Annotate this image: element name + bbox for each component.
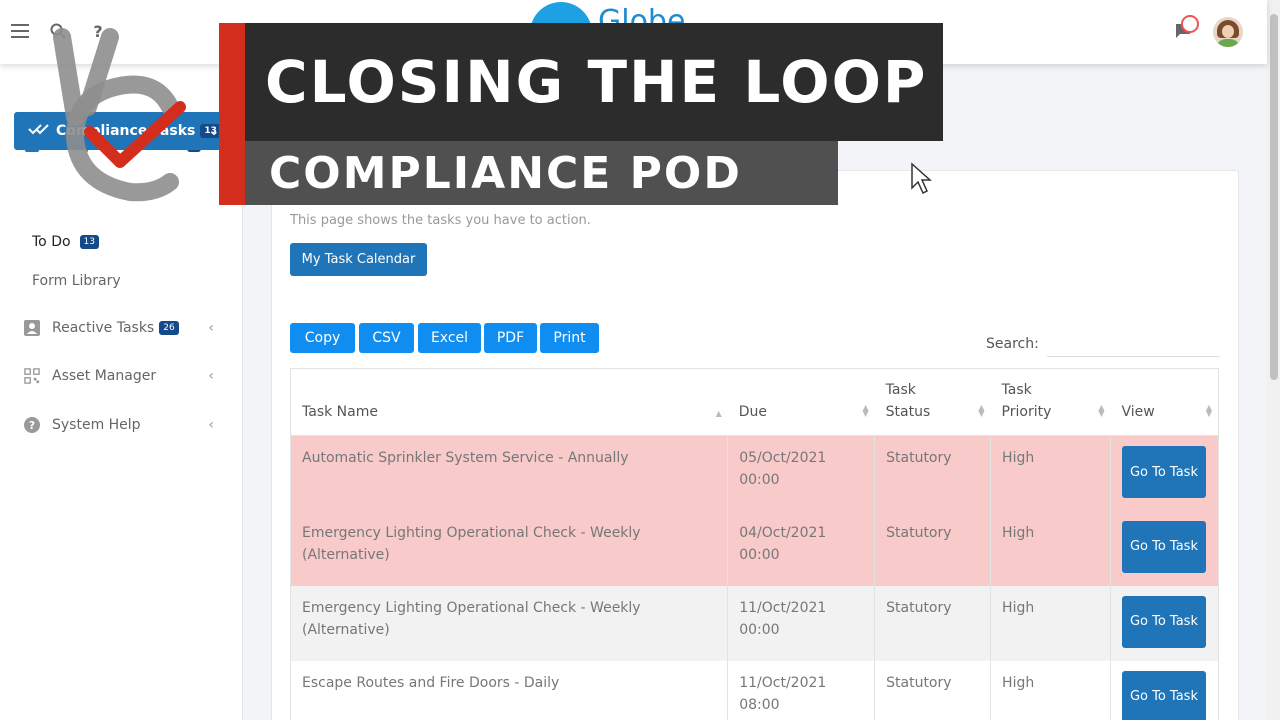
print-button[interactable]: Print xyxy=(540,323,599,353)
overlay-subtitle: COMPLIANCE POD xyxy=(269,147,742,199)
view-cell: Go To Task xyxy=(1110,435,1220,511)
excel-button[interactable]: Excel xyxy=(418,323,481,353)
sidebar-item-label: System Help xyxy=(52,417,141,433)
sidebar-item-system-help[interactable]: ? System Help ‹ xyxy=(24,413,224,437)
page-description: This page shows the tasks you have to ac… xyxy=(290,213,591,228)
overlay-subtitle-banner: COMPLIANCE POD xyxy=(245,141,838,205)
sort-ascending-icon: ▲ xyxy=(715,409,722,418)
sort-icon: ▲ ▼ xyxy=(1098,403,1105,418)
go-to-task-button[interactable]: Go To Task xyxy=(1121,446,1206,498)
chevron-down-icon: ⌄ xyxy=(208,124,219,138)
chevron-left-icon: ‹ xyxy=(208,320,214,336)
column-header-due[interactable]: Due ▲ ▼ xyxy=(727,368,875,436)
tasks-table: Task Name ▲ Due ▲ ▼ Task Status ▲ ▼ Task Prio… xyxy=(289,368,1220,720)
status-cell: Statutory xyxy=(874,435,992,511)
copy-button[interactable]: Copy xyxy=(290,323,355,353)
sort-icon: ▲ ▼ xyxy=(1205,403,1212,418)
due-cell: 11/Oct/2021 08:00 xyxy=(727,660,876,720)
table-row: Automatic Sprinkler System Service - Ann… xyxy=(289,435,1220,511)
sidebar-item-asset-manager[interactable]: Asset Manager ‹ xyxy=(24,364,224,388)
table-row: Emergency Lighting Operational Check - W… xyxy=(289,510,1220,586)
sidebar-item-label: Reactive Tasks xyxy=(52,320,155,336)
chevron-left-icon: ‹ xyxy=(208,417,214,433)
go-to-task-button[interactable]: Go To Task xyxy=(1121,670,1206,720)
avatar[interactable] xyxy=(1213,17,1243,47)
sidebar-item-reactive-tasks[interactable]: Reactive Tasks 26 ‹ xyxy=(24,316,224,340)
table-row: Escape Routes and Fire Doors - Daily 11/… xyxy=(289,660,1220,720)
priority-cell: High xyxy=(990,435,1111,511)
priority-cell: High xyxy=(990,660,1111,720)
view-cell: Go To Task xyxy=(1110,510,1220,586)
mouse-cursor-icon xyxy=(911,162,932,195)
help-circle-icon: ? xyxy=(24,417,40,433)
overlay-title: CLOSING THE LOOP xyxy=(265,48,928,116)
pdf-button[interactable]: PDF xyxy=(484,323,537,353)
sort-icon: ▲ ▼ xyxy=(862,403,869,418)
go-to-task-button[interactable]: Go To Task xyxy=(1121,595,1206,648)
csv-button[interactable]: CSV xyxy=(359,323,414,353)
due-cell: 11/Oct/2021 00:00 xyxy=(727,585,876,661)
sidebar-subitem-to-do[interactable]: To Do 13 xyxy=(32,234,99,250)
view-cell: Go To Task xyxy=(1110,660,1220,720)
view-cell: Go To Task xyxy=(1110,585,1220,661)
qr-code-icon xyxy=(24,368,40,384)
sidebar-subitem-label: To Do xyxy=(32,234,71,250)
person-card-icon xyxy=(24,320,40,336)
svg-text:?: ? xyxy=(29,419,35,432)
column-header-task-priority[interactable]: Task Priority ▲ ▼ xyxy=(990,368,1111,436)
task-name-cell: Emergency Lighting Operational Check - W… xyxy=(289,585,729,661)
chevron-left-icon: ‹ xyxy=(208,368,214,384)
count-badge: 13 xyxy=(79,235,99,249)
column-header-task-name[interactable]: Task Name ▲ xyxy=(289,368,728,436)
overlay-title-banner: CLOSING THE LOOP xyxy=(245,23,943,141)
column-header-view[interactable]: View ▲ ▼ xyxy=(1110,368,1220,436)
due-cell: 04/Oct/2021 00:00 xyxy=(727,510,876,586)
notification-badge xyxy=(1181,15,1199,33)
priority-cell: High xyxy=(990,585,1111,661)
sidebar-subitem-label: Form Library xyxy=(32,273,121,289)
scrollbar-thumb[interactable] xyxy=(1270,14,1278,380)
due-cell: 05/Oct/2021 00:00 xyxy=(727,435,876,511)
task-name-cell: Automatic Sprinkler System Service - Ann… xyxy=(289,435,729,511)
count-badge: 26 xyxy=(159,321,179,335)
go-to-task-button[interactable]: Go To Task xyxy=(1121,520,1206,573)
task-name-cell: Emergency Lighting Operational Check - W… xyxy=(289,510,729,586)
my-task-calendar-button[interactable]: My Task Calendar xyxy=(290,243,427,276)
column-header-task-status[interactable]: Task Status ▲ ▼ xyxy=(874,368,991,436)
search-input[interactable] xyxy=(1047,331,1220,357)
search-label: Search: xyxy=(986,336,1039,352)
overlay-accent-bar xyxy=(219,23,245,205)
sort-icon: ▲ ▼ xyxy=(978,403,985,418)
sidebar-item-label: Asset Manager xyxy=(52,368,157,384)
table-header-row: Task Name ▲ Due ▲ ▼ Task Status ▲ ▼ Task Prio… xyxy=(289,368,1220,436)
table-row: Emergency Lighting Operational Check - W… xyxy=(289,585,1220,661)
sidebar-subitem-form-library[interactable]: Form Library xyxy=(32,273,121,289)
status-cell: Statutory xyxy=(874,660,992,720)
status-cell: Statutory xyxy=(874,585,992,661)
priority-cell: High xyxy=(990,510,1111,586)
hand-checkmark-logo xyxy=(53,28,186,202)
status-cell: Statutory xyxy=(874,510,992,586)
task-name-cell: Escape Routes and Fire Doors - Daily xyxy=(289,660,729,720)
